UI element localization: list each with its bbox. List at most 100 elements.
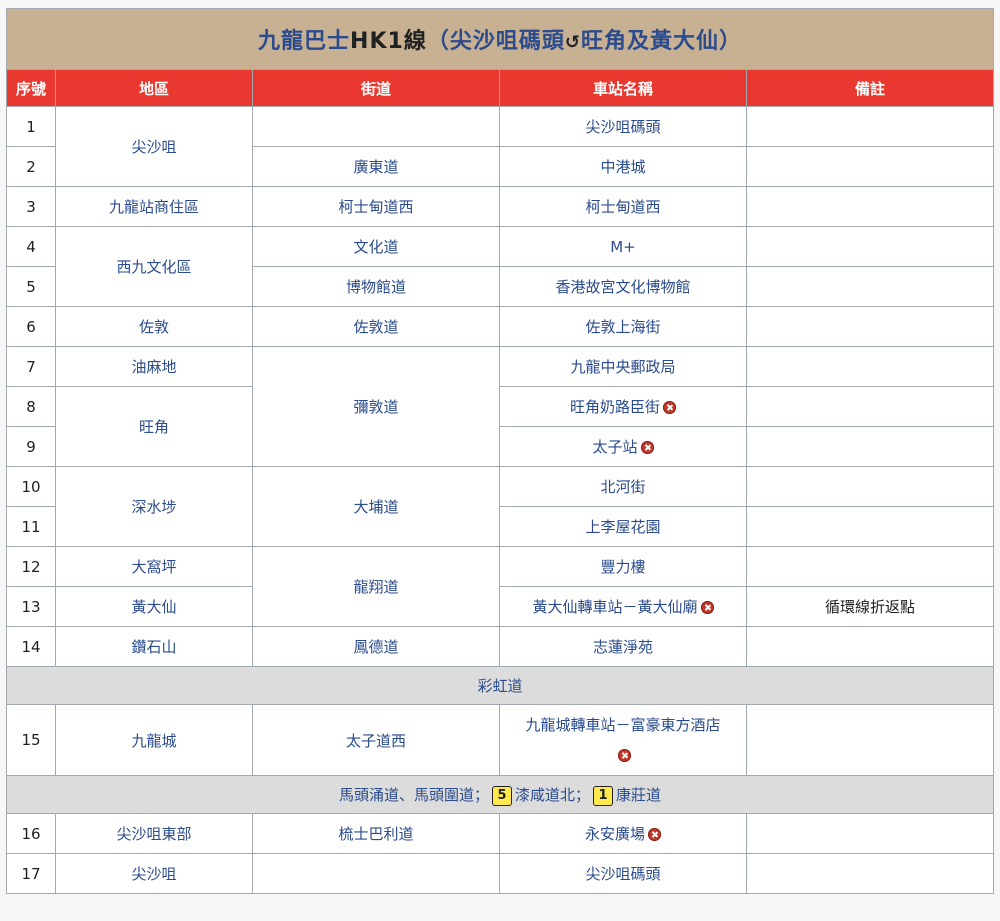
street-link[interactable]: 梳士巴利道 [338,825,413,843]
stop-link[interactable]: 黃大仙轉車站－黃大仙廟 [532,598,697,616]
header-district: 地區 [55,69,253,107]
stop-link[interactable]: 上李屋花園 [585,518,660,536]
route-number-badge: 1 [593,785,614,806]
separator-street-link[interactable]: 漆咸道北 [515,786,575,804]
district-link[interactable]: 九龍站商住區 [109,198,199,216]
street-cell: 梳士巴利道 [252,813,500,854]
title-operator-link[interactable]: 九龍巴士 [258,29,350,54]
closed-stop-icon [648,828,661,841]
separator-row: 馬頭涌道、馬頭圍道； 5 漆咸道北； 1 康莊道 [5,775,995,814]
table-title: 九龍巴士HK1線（尖沙咀碼頭↺旺角及黃大仙） [258,29,742,54]
title-from-link[interactable]: 尖沙咀碼頭 [450,29,565,54]
street-cell: 文化道 [252,226,500,267]
street-cell: 太子道西 [252,704,500,776]
district-cell: 尖沙咀 [55,106,253,187]
stop-link[interactable]: 北河街 [600,478,645,496]
district-link[interactable]: 尖沙咀 [131,865,176,883]
separator-cell: 馬頭涌道、馬頭圍道； 5 漆咸道北； 1 康莊道 [5,775,995,814]
remark-cell [745,506,995,547]
stop-link[interactable]: 旺角奶路臣街 [570,398,660,416]
stop-link[interactable]: 佐敦上海街 [585,318,660,336]
row-number: 13 [6,586,56,627]
district-link[interactable]: 尖沙咀 [131,138,176,156]
stop-link[interactable]: 永安廣場 [585,825,645,843]
district-link[interactable]: 黃大仙 [131,598,176,616]
stop-link[interactable]: 中港城 [600,158,645,176]
street-link[interactable]: 博物館道 [346,278,406,296]
stop-link[interactable]: 九龍城轉車站－富豪東方酒店 [525,716,720,734]
title-open-paren: （ [426,29,450,54]
street-link[interactable]: 龍翔道 [353,578,398,596]
header-stop-name: 車站名稱 [499,69,747,107]
district-link[interactable]: 西九文化區 [116,258,191,276]
closed-stop-icon [618,749,631,762]
table-row: 6 佐敦 佐敦道 佐敦上海街 [6,306,995,347]
stop-link[interactable]: 太子站 [592,438,637,456]
district-cell: 黃大仙 [55,586,253,627]
district-cell: 深水埗 [55,466,253,547]
stop-cell: 北河街 [499,466,747,507]
stop-cell: 中港城 [499,146,747,187]
district-cell: 油麻地 [55,346,253,387]
stop-link[interactable]: M+ [610,238,636,256]
district-link[interactable]: 大窩坪 [131,558,176,576]
street-link[interactable]: 太子道西 [346,732,406,750]
separator-street-link[interactable]: 彩虹道 [478,677,523,695]
district-link[interactable]: 佐敦 [139,318,169,336]
district-link[interactable]: 鑽石山 [131,638,176,656]
district-link[interactable]: 尖沙咀東部 [116,825,191,843]
table-row: 1 尖沙咀 尖沙咀碼頭 [6,106,995,187]
row-number: 3 [6,186,56,227]
route-number-badge: 5 [492,785,512,806]
closed-stop-icon [663,401,676,414]
separator-street-link[interactable]: 康莊道 [616,786,661,804]
district-cell: 西九文化區 [55,226,253,307]
stop-link[interactable]: 尖沙咀碼頭 [585,865,660,883]
separator-cell: 彩虹道 [5,666,995,705]
remark-cell [745,146,995,187]
stop-cell: 旺角奶路臣街 [499,386,747,427]
header-street: 街道 [252,69,500,107]
separator-street-link[interactable]: 馬頭涌道、馬頭圍道； [339,786,489,804]
stop-cell: 九龍城轉車站－富豪東方酒店 [499,704,747,776]
remark-cell [745,466,995,507]
district-link[interactable]: 旺角 [139,418,169,436]
row-number: 7 [6,346,56,387]
remark-cell [745,546,995,587]
row-number: 9 [6,426,56,467]
stop-link[interactable]: 豐力樓 [600,558,645,576]
stop-link[interactable]: 志蓮淨苑 [593,638,653,656]
row-number: 11 [6,506,56,547]
street-link[interactable]: 廣東道 [353,158,398,176]
remark-cell [745,386,995,427]
stop-link[interactable]: 香港故宮文化博物館 [555,278,690,296]
district-link[interactable]: 九龍城 [131,732,176,750]
row-number: 16 [6,813,56,854]
street-link[interactable]: 鳳德道 [353,638,398,656]
table-row: 14 鑽石山 鳳德道 志蓮淨苑 [6,626,995,667]
street-cell [252,106,500,147]
district-link[interactable]: 油麻地 [131,358,176,376]
stop-link[interactable]: 尖沙咀碼頭 [585,118,660,136]
street-link[interactable]: 大埔道 [353,498,398,516]
district-cell: 旺角 [55,386,253,467]
stop-link[interactable]: 九龍中央郵政局 [570,358,675,376]
district-cell: 鑽石山 [55,626,253,667]
remark-cell [745,266,995,307]
street-link[interactable]: 柯士甸道西 [338,198,413,216]
remark-cell [745,853,995,894]
stop-link[interactable]: 柯士甸道西 [585,198,660,216]
district-link[interactable]: 深水埗 [131,498,176,516]
row-number: 4 [6,226,56,267]
street-cell: 佐敦道 [252,306,500,347]
remark-cell [745,306,995,347]
remark-cell [745,626,995,667]
street-link[interactable]: 文化道 [353,238,398,256]
street-link[interactable]: 彌敦道 [353,398,398,416]
street-link[interactable]: 佐敦道 [353,318,398,336]
district-cell: 九龍站商住區 [55,186,253,227]
district-cell: 尖沙咀東部 [55,813,253,854]
title-to-link[interactable]: 旺角及黃大仙 [581,29,719,54]
stop-cell: 上李屋花園 [499,506,747,547]
closed-stop-icon [640,441,654,454]
